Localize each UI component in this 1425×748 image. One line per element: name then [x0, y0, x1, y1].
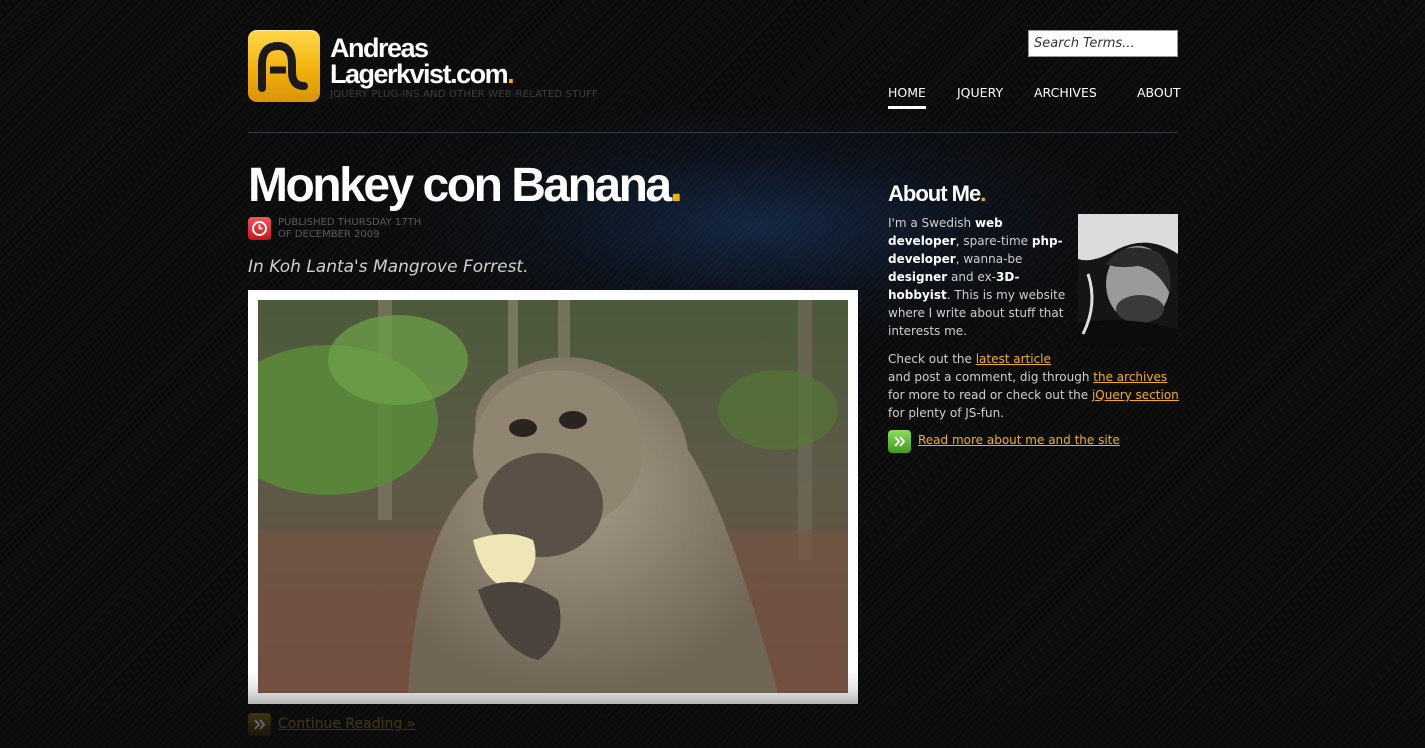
about-text: for more to read or check out the — [888, 388, 1092, 402]
site-tagline: jQuery plug-ins and other web-related st… — [330, 89, 598, 100]
about-text: and ex- — [947, 270, 996, 284]
about-intro: I'm a Swedish web developer, spare-time … — [888, 214, 1073, 340]
read-more-about-link[interactable]: Read more about me and the site — [918, 433, 1120, 447]
about-text: for plenty of JS-fun. — [888, 406, 1004, 420]
double-chevron-right-icon[interactable] — [888, 430, 911, 453]
continue-reading-link[interactable]: Continue Reading » — [278, 716, 415, 732]
about-text: and post a comment, dig through — [888, 370, 1094, 384]
post-date-line1: Published Thursday 17th — [278, 217, 422, 228]
nav-about[interactable]: ABOUT — [1137, 85, 1181, 100]
clock-icon — [248, 217, 271, 240]
post-title-dot: . — [669, 159, 683, 212]
nav-home[interactable]: HOME — [888, 85, 926, 109]
about-text: , wanna-be — [955, 252, 1023, 266]
brand-dot: . — [507, 59, 515, 89]
site-name-line2: Lagerkvist.com — [330, 59, 509, 89]
al-logo-icon[interactable] — [248, 30, 320, 102]
archives-link[interactable]: the archives — [1093, 370, 1167, 384]
post-date: Published Thursday 17th of December 2009 — [278, 217, 448, 241]
about-links-paragraph: Check out the latest article and post a … — [888, 350, 1183, 422]
about-text: , spare-time — [955, 234, 1032, 248]
page-wrapper: Andreas Lagerkvist.com. jQuery plug-ins … — [248, 0, 1181, 748]
about-text: Check out the — [888, 352, 976, 366]
about-bold: designer — [888, 270, 948, 284]
sidebar-title-text: About Me — [888, 181, 981, 206]
nav-archives[interactable]: ARCHIVES — [1034, 85, 1097, 100]
latest-article-link[interactable]: latest article — [976, 352, 1051, 366]
about-text: I'm a Swedish — [888, 216, 975, 230]
post-title[interactable]: Monkey con Banana. — [248, 158, 683, 214]
search-input[interactable] — [1028, 30, 1178, 57]
nav-jquery[interactable]: JQUERY — [957, 85, 1003, 100]
jquery-section-link[interactable]: jQuery section — [1092, 388, 1179, 402]
header-divider — [248, 132, 1178, 133]
site-brand[interactable]: Andreas Lagerkvist.com. — [330, 33, 515, 89]
avatar — [1078, 214, 1178, 347]
post-date-line2: of December 2009 — [278, 229, 380, 240]
continue-reading-icon — [248, 713, 271, 736]
site-name-line1: Andreas — [330, 33, 429, 63]
sidebar-title-dot: . — [980, 181, 986, 206]
post-image-frame[interactable] — [248, 290, 858, 704]
post-title-text: Monkey con Banana — [248, 159, 672, 212]
post-subtitle: In Koh Lanta's Mangrove Forrest. — [248, 257, 529, 277]
sidebar-title: About Me. — [888, 181, 986, 207]
monkey-photo — [258, 300, 848, 693]
